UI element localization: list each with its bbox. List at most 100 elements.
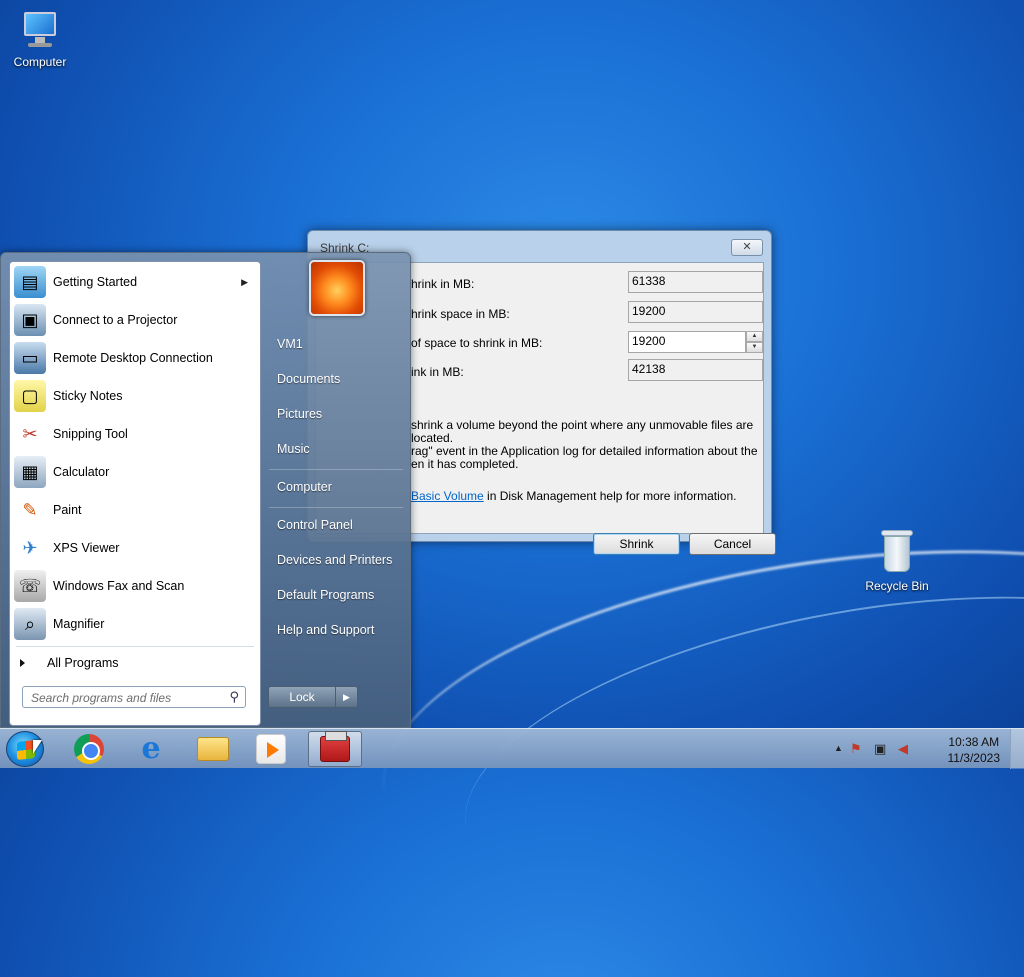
- program-snipping-tool[interactable]: ✂ Snipping Tool: [14, 416, 258, 452]
- system-tray: ▲ ⚑ ▣ ◀ 10:38 AM 11/3/2023: [834, 729, 1024, 769]
- shrink-amount-input[interactable]: 19200: [628, 331, 746, 353]
- right-divider: [269, 507, 403, 508]
- desktop-icon-recycle-bin[interactable]: Recycle Bin: [859, 528, 935, 593]
- total-size-label: hrink in MB:: [411, 277, 475, 291]
- clock-time: 10:38 AM: [948, 735, 1000, 749]
- search-icon[interactable]: ⚲: [229, 689, 239, 705]
- media-player-icon: [256, 734, 286, 764]
- fax-icon: ☏: [14, 570, 46, 602]
- program-magnifier[interactable]: ⌕ Magnifier: [14, 606, 258, 642]
- basic-volume-link[interactable]: Basic Volume: [411, 489, 484, 503]
- submenu-arrow-icon: ▶: [241, 276, 248, 287]
- start-item-music[interactable]: Music: [277, 442, 310, 456]
- chrome-icon: [74, 734, 104, 764]
- program-getting-started[interactable]: ▤ Getting Started ▶: [14, 264, 258, 300]
- shrink-button[interactable]: Shrink: [593, 533, 680, 555]
- magnifier-icon: ⌕: [14, 608, 46, 640]
- program-label: Snipping Tool: [53, 427, 128, 441]
- calculator-icon: ▦: [14, 456, 46, 488]
- getting-started-icon: ▤: [14, 266, 46, 298]
- help-text: Basic Volume in Disk Management help for…: [411, 489, 736, 503]
- total-after-shrink-label: ink in MB:: [411, 365, 464, 379]
- programs-divider: [16, 646, 254, 647]
- right-divider: [269, 469, 403, 470]
- program-label: XPS Viewer: [53, 541, 120, 555]
- shrink-note: shrink a volume beyond the point where a…: [411, 419, 761, 471]
- start-menu-programs-pane: ▤ Getting Started ▶ ▣ Connect to a Proje…: [9, 261, 261, 726]
- program-label: Magnifier: [53, 617, 105, 631]
- sticky-notes-icon: ▢: [14, 380, 46, 412]
- xps-viewer-icon: ✈: [22, 537, 38, 558]
- desktop-icon-computer[interactable]: Computer: [2, 8, 78, 69]
- close-button[interactable]: ✕: [731, 239, 763, 256]
- note-line: en it has completed.: [411, 457, 519, 471]
- available-space-field: 19200: [628, 301, 763, 323]
- file-explorer-icon: [197, 737, 229, 761]
- remote-desktop-icon: ▭: [14, 342, 46, 374]
- program-label: Sticky Notes: [53, 389, 123, 403]
- program-remote-desktop[interactable]: ▭ Remote Desktop Connection: [14, 340, 258, 376]
- projector-icon: ▣: [14, 304, 46, 336]
- all-programs-button[interactable]: All Programs: [20, 656, 119, 670]
- help-suffix: in Disk Management help for more informa…: [483, 489, 737, 503]
- taskbar-media-player[interactable]: [244, 731, 298, 767]
- start-item-computer[interactable]: Computer: [277, 480, 332, 494]
- show-desktop-button[interactable]: [1010, 729, 1024, 769]
- start-item-documents[interactable]: Documents: [277, 372, 340, 386]
- action-center-icon[interactable]: ⚑: [850, 741, 862, 757]
- note-line: shrink a volume beyond the point where a…: [411, 418, 754, 445]
- desktop-icon-label: Computer: [13, 55, 67, 69]
- lock-button[interactable]: Lock ▶: [268, 686, 358, 708]
- mouse-cursor-icon: [33, 740, 42, 754]
- program-xps-viewer[interactable]: ✈ XPS Viewer: [14, 530, 258, 566]
- recycle-bin-icon: [877, 528, 917, 576]
- start-item-control-panel[interactable]: Control Panel: [277, 518, 353, 532]
- computer-icon: [18, 8, 62, 52]
- shrink-amount-spinner[interactable]: ▲ ▼: [746, 331, 763, 353]
- spin-up-icon[interactable]: ▲: [746, 331, 763, 342]
- all-programs-label: All Programs: [47, 656, 119, 670]
- start-item-devices-printers[interactable]: Devices and Printers: [277, 553, 392, 567]
- spin-down-icon[interactable]: ▼: [746, 342, 763, 353]
- program-sticky-notes[interactable]: ▢ Sticky Notes: [14, 378, 258, 414]
- start-menu: ▤ Getting Started ▶ ▣ Connect to a Proje…: [0, 252, 411, 728]
- user-avatar[interactable]: [309, 260, 365, 316]
- start-item-default-programs[interactable]: Default Programs: [277, 588, 374, 602]
- program-connect-projector[interactable]: ▣ Connect to a Projector: [14, 302, 258, 338]
- available-space-label: hrink space in MB:: [411, 307, 510, 321]
- program-label: Remote Desktop Connection: [53, 351, 213, 365]
- program-label: Connect to a Projector: [53, 313, 178, 327]
- program-label: Calculator: [53, 465, 110, 479]
- total-after-shrink-field: 42138: [628, 359, 763, 381]
- program-calculator[interactable]: ▦ Calculator: [14, 454, 258, 490]
- program-fax-scan[interactable]: ☏ Windows Fax and Scan: [14, 568, 258, 604]
- taskbar-chrome[interactable]: [62, 731, 116, 767]
- internet-explorer-icon: e: [141, 731, 161, 766]
- start-item-user-folder[interactable]: VM1: [277, 337, 303, 351]
- scissors-icon: ✂: [22, 423, 38, 444]
- total-size-field: 61338: [628, 271, 763, 293]
- taskbar-disk-management[interactable]: [308, 731, 362, 767]
- program-label: Getting Started: [53, 275, 138, 289]
- program-label: Windows Fax and Scan: [53, 579, 185, 593]
- network-icon[interactable]: ▣: [874, 741, 886, 757]
- power-options-arrow-icon[interactable]: ▶: [335, 687, 357, 707]
- paint-icon: ✎: [22, 499, 38, 520]
- cancel-button[interactable]: Cancel: [689, 533, 776, 555]
- start-item-pictures[interactable]: Pictures: [277, 407, 322, 421]
- shrink-amount-label: of space to shrink in MB:: [411, 336, 543, 350]
- clock-date: 11/3/2023: [947, 751, 1001, 765]
- lock-label: Lock: [289, 690, 315, 704]
- clock[interactable]: 10:38 AM 11/3/2023: [948, 734, 1001, 766]
- volume-muted-icon[interactable]: ◀: [898, 741, 908, 757]
- program-label: Paint: [53, 503, 82, 517]
- search-input[interactable]: Search programs and files ⚲: [22, 686, 246, 708]
- taskbar-internet-explorer[interactable]: e: [124, 731, 178, 767]
- desktop-icon-label: Recycle Bin: [865, 579, 929, 593]
- start-item-help-support[interactable]: Help and Support: [277, 623, 374, 637]
- taskbar-file-explorer[interactable]: [186, 731, 240, 767]
- taskbar: e ▲ ⚑ ▣ ◀ 10:38 AM 11/3/2023: [0, 728, 1024, 769]
- search-placeholder: Search programs and files: [31, 691, 172, 705]
- program-paint[interactable]: ✎ Paint: [14, 492, 258, 528]
- show-hidden-icons-button[interactable]: ▲: [834, 743, 843, 753]
